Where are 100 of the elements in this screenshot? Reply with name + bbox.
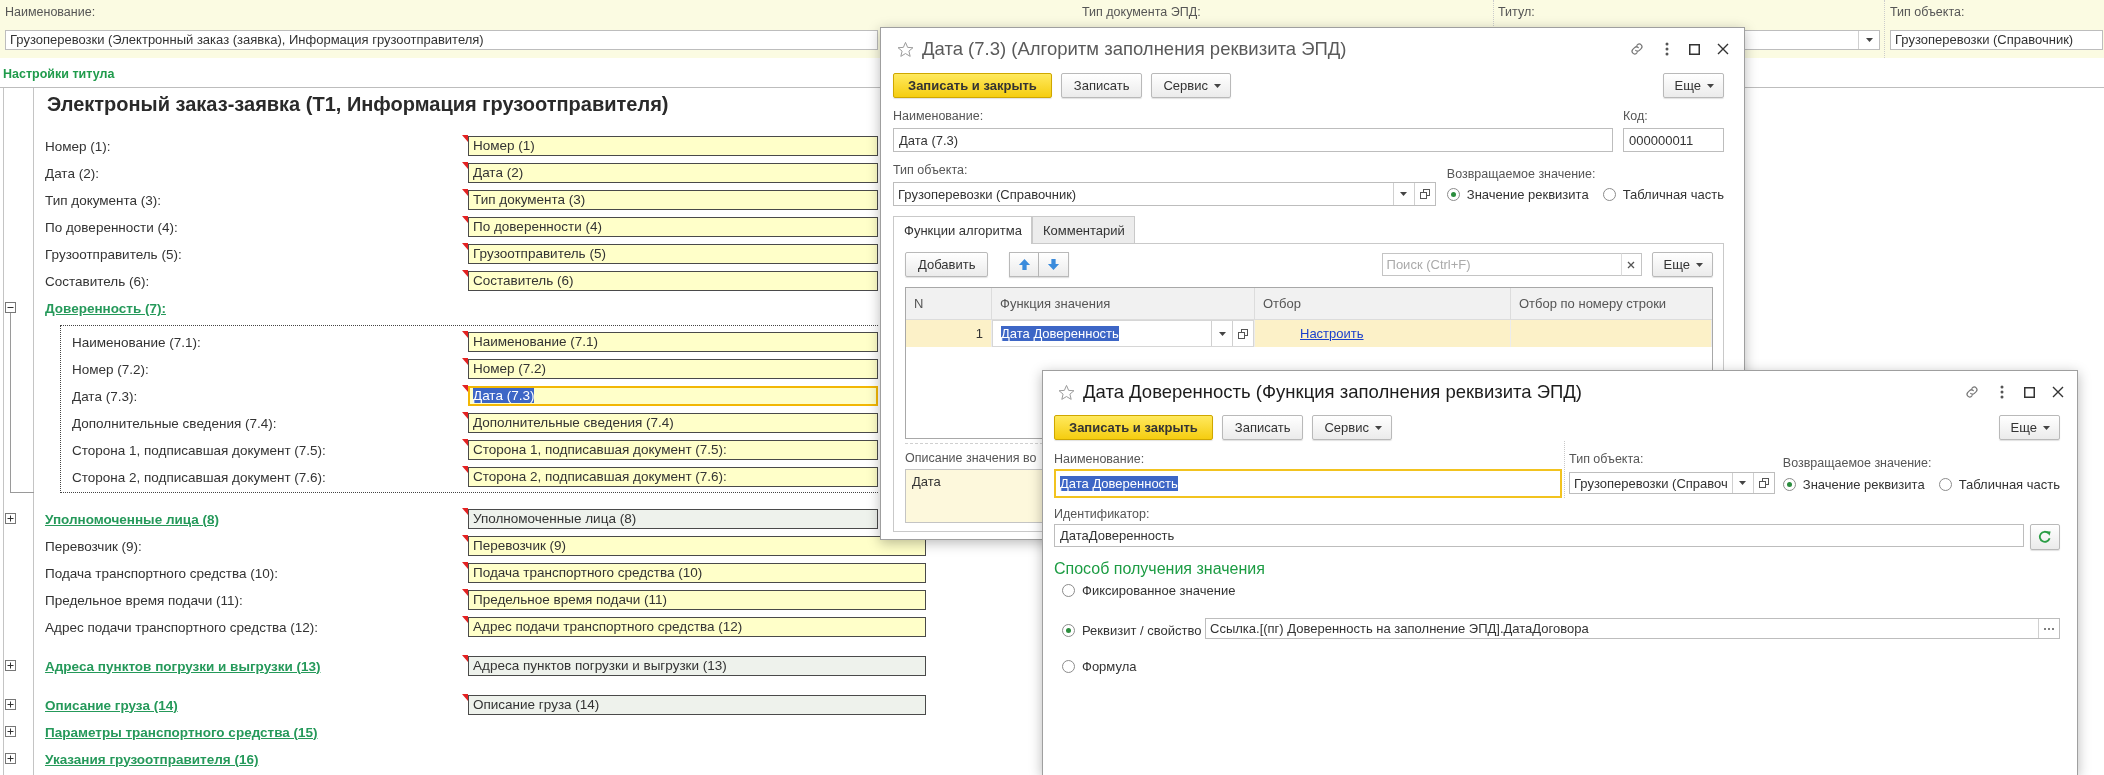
input-field[interactable]: Дата (7.3): [468, 385, 878, 406]
column-header[interactable]: Отбор: [1255, 288, 1511, 319]
corner-marker-icon: [462, 438, 468, 446]
more-icon[interactable]: [2000, 385, 2004, 399]
radio-option[interactable]: Формула: [1062, 658, 1137, 674]
field-label: Адрес подачи транспортного средства (12):: [45, 619, 319, 635]
field-label: Сторона 1, подписавшая документ (7.5):: [72, 442, 326, 458]
add-button[interactable]: Добавить: [905, 252, 989, 277]
input-field[interactable]: Предельное время подачи (11): [468, 589, 926, 610]
input-field[interactable]: Грузоперевозки (Справочник): [1890, 30, 2103, 50]
table-cell: 1: [975, 326, 983, 341]
input-field[interactable]: Сторона 1, подписавшая документ (7.5):: [468, 439, 878, 460]
save-button[interactable]: Записать: [1060, 73, 1143, 98]
corner-marker-icon: [462, 411, 468, 419]
maximize-icon[interactable]: [2024, 386, 2035, 398]
input-field[interactable]: Сторона 2, подписавшая документ (7.6):: [468, 466, 878, 487]
radio-option[interactable]: Табличная часть: [1602, 186, 1724, 202]
star-icon[interactable]: [897, 40, 914, 58]
input-field[interactable]: Тип документа (3): [468, 189, 878, 210]
more-button[interactable]: Еще: [1662, 73, 1724, 98]
save-and-close-button[interactable]: Записать и закрыть: [893, 73, 1052, 98]
more-button[interactable]: Еще: [1998, 415, 2060, 440]
setup-link[interactable]: Настроить: [1300, 326, 1364, 341]
input-field[interactable]: ДатаДоверенность: [1054, 524, 2024, 547]
link-icon[interactable]: [1964, 384, 1980, 400]
combo-field[interactable]: Грузоперевозки (Справоч: [1569, 472, 1775, 494]
input-field[interactable]: Адреса пунктов погрузки и выгрузки (13): [468, 655, 926, 676]
field-label: Возвращаемое значение:: [1446, 166, 1596, 182]
squares-icon: [1419, 189, 1430, 199]
save-and-close-button[interactable]: Записать и закрыть: [1054, 415, 1213, 440]
radio-option[interactable]: Реквизит / свойство: [1062, 622, 1202, 638]
service-menu-button[interactable]: Сервис: [1312, 415, 1392, 440]
field-label: Перевозчик (9):: [45, 538, 142, 554]
input-field[interactable]: По доверенности (4): [468, 216, 878, 237]
input-field[interactable]: Дата Доверенность: [1054, 469, 1563, 498]
table-row[interactable]: 1 Дата Доверенность Настроить: [906, 320, 1712, 347]
section-heading: Способ получения значения: [1054, 560, 1265, 577]
input-field[interactable]: Ссылка.[(пг) Доверенность на заполнение ЭПД].ДатаДоговора: [1205, 618, 2060, 639]
caret-icon: [1374, 425, 1382, 430]
search-field[interactable]: Поиск (Ctrl+F): [1381, 253, 1621, 276]
maximize-icon[interactable]: [1689, 43, 1700, 55]
refresh-icon: [2038, 530, 2052, 544]
input-field[interactable]: Адрес подачи транспортного средства (12): [468, 616, 926, 637]
group-link[interactable]: Указания грузоотправителя (16): [45, 751, 259, 767]
input-field[interactable]: Дополнительные сведения (7.4): [468, 412, 878, 433]
group-link[interactable]: Описание груза (14): [45, 697, 178, 713]
clear-button[interactable]: [1620, 253, 1642, 276]
input-field[interactable]: Дата (2): [468, 162, 878, 183]
input-field[interactable]: Номер (1): [468, 135, 878, 156]
plus-box-icon[interactable]: [5, 699, 16, 710]
column-header[interactable]: Отбор по номеру строки: [1511, 288, 1712, 319]
input-field[interactable]: 000000011: [1623, 128, 1724, 152]
cell-input[interactable]: Дата Доверенность: [992, 320, 1254, 347]
input-field[interactable]: Дата (7.3): [893, 128, 1613, 152]
input-field[interactable]: Грузоперевозки (Электронный заказ (заявка), Информация грузоотправителя): [5, 30, 878, 50]
more-button[interactable]: Еще: [1651, 252, 1713, 277]
input-field[interactable]: Наименование (7.1): [468, 331, 878, 352]
close-icon[interactable]: [1717, 43, 1729, 55]
column-header[interactable]: N: [906, 288, 992, 319]
radio-option[interactable]: Значение реквизита: [1446, 186, 1589, 202]
input-field[interactable]: Описание груза (14): [468, 694, 926, 715]
tab[interactable]: Функции алгоритма: [893, 216, 1032, 244]
group-link[interactable]: Доверенность (7):: [45, 300, 166, 316]
radio-option[interactable]: Фиксированное значение: [1062, 582, 1236, 598]
move-down-button[interactable]: [1039, 252, 1070, 277]
corner-marker-icon: [462, 188, 468, 196]
corner-marker-icon: [462, 615, 468, 623]
combo-field[interactable]: Грузоперевозки (Справочник): [893, 182, 1436, 206]
group-link[interactable]: Параметры транспортного средства (15): [45, 724, 318, 740]
corner-marker-icon: [462, 330, 468, 338]
input-field[interactable]: Грузоотправитель (5): [468, 243, 878, 264]
field-label: Наименование:: [893, 108, 984, 124]
link-icon[interactable]: [1629, 41, 1645, 57]
group-link[interactable]: Уполномоченные лица (8): [45, 511, 219, 527]
field-label: Тип объекта:: [893, 162, 968, 178]
plus-box-icon[interactable]: [5, 753, 16, 764]
plus-box-icon[interactable]: [5, 513, 16, 524]
radio-option[interactable]: Табличная часть: [1938, 476, 2060, 492]
star-icon[interactable]: [1058, 383, 1075, 401]
tab[interactable]: Комментарий: [1031, 216, 1135, 243]
save-button[interactable]: Записать: [1221, 415, 1304, 440]
column-header[interactable]: Функция значения: [992, 288, 1255, 319]
service-menu-button[interactable]: Сервис: [1151, 73, 1231, 98]
refresh-button[interactable]: [2030, 524, 2060, 550]
close-icon[interactable]: [2052, 386, 2064, 398]
field-label: Тип объекта:: [1890, 4, 1965, 20]
input-field[interactable]: Подача транспортного средства (10): [468, 562, 926, 583]
input-field[interactable]: Составитель (6): [468, 270, 878, 291]
radio-option[interactable]: Значение реквизита: [1782, 476, 1925, 492]
input-field[interactable]: Перевозчик (9): [468, 535, 926, 556]
field-label: Грузоотправитель (5):: [45, 246, 182, 262]
more-icon[interactable]: [1665, 42, 1669, 56]
group-link[interactable]: Адреса пунктов погрузки и выгрузки (13): [45, 658, 321, 674]
input-field[interactable]: Номер (7.2): [468, 358, 878, 379]
move-up-button[interactable]: [1009, 252, 1040, 277]
input-field[interactable]: Уполномоченные лица (8): [468, 508, 878, 529]
plus-box-icon[interactable]: [5, 660, 16, 671]
form-title: Электроный заказ-заявка (Т1, Информация грузоотправителя): [47, 93, 669, 115]
minus-box-icon[interactable]: [5, 302, 16, 313]
plus-box-icon[interactable]: [5, 726, 16, 737]
